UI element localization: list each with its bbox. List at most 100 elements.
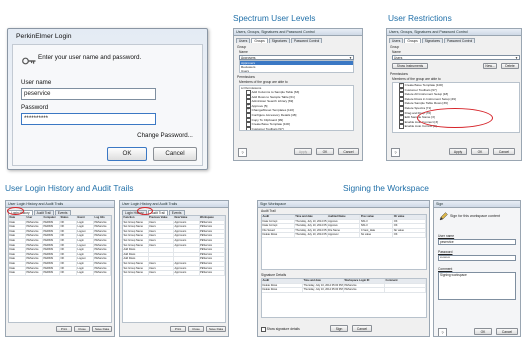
help-icon[interactable]: ?	[391, 148, 400, 157]
column-header[interactable]: Date	[9, 216, 26, 220]
table-cell: Data Corrupt	[262, 224, 295, 228]
password-field[interactable]: ********	[438, 255, 516, 261]
table-cell: Set Group Name	[123, 271, 149, 275]
tab-password-control[interactable]: Password Control	[444, 38, 476, 44]
apply-button[interactable]: Apply	[449, 148, 467, 155]
table-row[interactable]: Delete RowsThursday, July 10, 2014 05:00…	[262, 288, 426, 293]
close-button[interactable]: Close	[188, 326, 204, 332]
cancel-button[interactable]: Cancel	[493, 148, 515, 155]
help-icon[interactable]: ?	[438, 328, 447, 336]
table-cell: Approvers	[174, 238, 200, 243]
column-header[interactable]: Log Info	[94, 216, 111, 220]
window-title: Sign	[434, 201, 520, 208]
checkbox[interactable]	[246, 126, 251, 130]
table-cell: Add Rows	[123, 248, 149, 252]
column-header[interactable]: Comment	[385, 279, 426, 283]
ok-button[interactable]: OK	[316, 148, 334, 155]
group-name-dropdown[interactable]: Users ▼	[392, 55, 520, 60]
show-signature-label: Show signature details	[266, 327, 300, 332]
close-button[interactable]: Close	[74, 326, 90, 332]
caption-user-levels: Spectrum User Levels	[233, 13, 316, 23]
password-field[interactable]: **********	[21, 113, 156, 125]
ok-button[interactable]: OK	[474, 328, 492, 335]
save-data-button[interactable]: Save Data	[92, 326, 112, 332]
cancel-button[interactable]: Cancel	[496, 328, 518, 335]
table-cell: OK	[60, 266, 77, 271]
table-cell	[174, 248, 200, 252]
column-header[interactable]: Audit	[262, 279, 303, 283]
table-cell: PEService	[200, 257, 225, 261]
column-header[interactable]: Function	[123, 216, 149, 220]
window-title: Users, Groups, Signatures and Password C…	[234, 29, 362, 36]
user-levels-window: Users, Groups, Signatures and Password C…	[233, 28, 363, 161]
apply-button[interactable]: Apply	[294, 148, 312, 155]
checkbox[interactable]	[261, 327, 266, 332]
table-cell: PEService	[200, 234, 225, 238]
audit-grid: Audit Time and date Audited Name Prev value…	[261, 214, 427, 270]
chevron-down-icon: ▼	[515, 56, 518, 60]
password-label: Password	[438, 250, 453, 254]
table-row[interactable]: Set Group Name Users Approvers PEService	[123, 271, 225, 276]
cancel-button[interactable]: Cancel	[352, 325, 372, 332]
caption-user-restrictions: User Restrictions	[388, 13, 452, 23]
username-label: User name	[438, 234, 455, 238]
table-cell: PEService	[200, 225, 225, 229]
ok-button[interactable]: OK	[471, 148, 489, 155]
username-field[interactable]: peservice	[21, 88, 156, 100]
username-field[interactable]: peservice	[438, 239, 516, 245]
column-header[interactable]: Workspace	[199, 216, 225, 220]
column-header[interactable]: Workspace Login ID	[344, 279, 385, 283]
column-header[interactable]: Prev value	[360, 215, 394, 219]
table-cell: PEService	[26, 238, 43, 243]
table-cell: PEService	[200, 266, 225, 271]
table-cell: Login	[77, 261, 94, 266]
column-header[interactable]: Cli value	[393, 215, 426, 219]
show-instruments-button[interactable]: Show Instruments	[392, 63, 428, 69]
tab-users[interactable]: Users	[389, 38, 404, 44]
column-header[interactable]: Previous Value	[148, 216, 174, 220]
tab-signatures[interactable]: Signatures	[421, 38, 444, 44]
table-cell: OK	[60, 238, 77, 243]
tab-users[interactable]: Users	[236, 38, 251, 44]
table-cell: No value	[360, 233, 394, 237]
comment-field[interactable]: Signing workspace	[438, 272, 516, 300]
checkbox[interactable]	[399, 124, 404, 129]
table-cell: PEService	[26, 220, 43, 225]
tab-groups[interactable]: Groups	[251, 38, 268, 44]
column-header[interactable]: Audit	[262, 215, 295, 219]
ok-button[interactable]: OK	[107, 147, 147, 161]
table-cell: PEService	[344, 283, 385, 288]
tab-groups[interactable]: Groups	[404, 38, 421, 44]
print-button[interactable]: Print	[170, 326, 186, 332]
sign-button[interactable]: Sign	[330, 325, 348, 332]
table-cell: OK	[393, 233, 426, 237]
save-data-button[interactable]: Save Data	[206, 326, 226, 332]
window-title: Users, Groups, Signatures and Password C…	[387, 29, 521, 36]
cancel-button[interactable]: Cancel	[338, 148, 359, 155]
table-cell: Thursday, July 10, 2014 05:00 PM	[303, 283, 344, 288]
tab-password-control[interactable]: Password Control	[291, 38, 323, 44]
dropdown-option[interactable]: Users	[240, 69, 353, 73]
delete-button[interactable]: Delete	[501, 63, 519, 69]
column-header[interactable]: Time and date	[294, 215, 328, 219]
show-signature-checkbox[interactable]: Show signature details	[261, 327, 300, 332]
table-cell: Date	[9, 271, 26, 275]
new-button[interactable]: New...	[483, 63, 497, 69]
table-row[interactable]: Delete RowsThursday, July 10, 2014 05:00…	[262, 233, 426, 238]
column-header[interactable]: Audited Name	[327, 215, 361, 219]
column-header[interactable]: Event	[77, 216, 94, 220]
tab-signatures[interactable]: Signatures	[268, 38, 291, 44]
change-password-button[interactable]: Change Password...	[131, 130, 199, 143]
column-header[interactable]: New Value	[174, 216, 200, 220]
table-cell: Date	[9, 225, 26, 229]
column-header[interactable]: Time and date	[303, 279, 344, 283]
print-button[interactable]: Print	[56, 326, 72, 332]
cancel-button[interactable]: Cancel	[153, 147, 197, 161]
column-header[interactable]: User	[26, 216, 43, 220]
permission-label: Delete Rows in Instrument Setup [49]	[404, 96, 456, 101]
column-header[interactable]: Computer	[43, 216, 60, 220]
help-icon[interactable]: ?	[238, 148, 247, 157]
table-row[interactable]: Date PEService PERKIN OK Login PEService	[9, 271, 111, 276]
column-header[interactable]: Status	[60, 216, 77, 220]
permission-item[interactable]: Customer Toolbars [97]	[240, 126, 353, 130]
